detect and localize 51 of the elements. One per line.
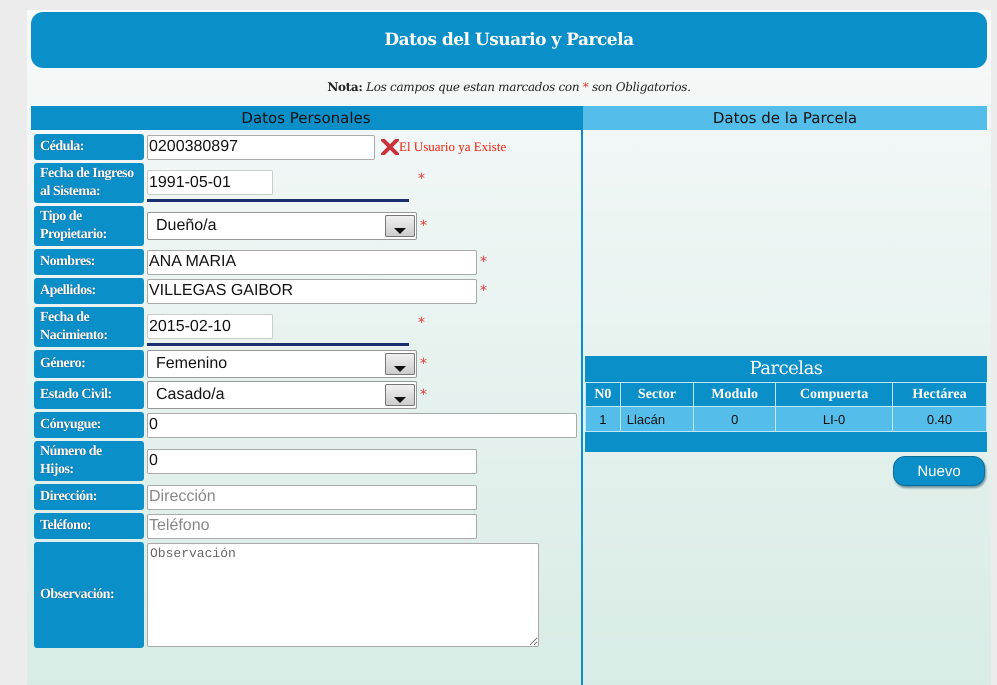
text-field[interactable]: Dirección [147,484,477,510]
section-header: Datos Personales [31,106,581,130]
required-mark: * [420,387,427,403]
table-cell: Llacán [620,407,694,431]
field-label: Apellidos: [34,278,144,304]
dropdown-field[interactable]: Dueño/a [147,212,417,240]
text-field[interactable]: 0 [147,412,577,438]
date-field[interactable]: 1991-05-01 [147,170,273,195]
text-field[interactable]: 0200380897 [147,134,375,160]
text-field[interactable]: 0 [147,448,477,474]
required-mark: * [420,218,427,234]
table-cell: 1 [586,407,620,431]
required-mark: * [418,171,425,187]
table-title: Parcelas [585,356,987,382]
column-header: Modulo [694,383,776,406]
new-button[interactable]: Nuevo [893,456,985,486]
field-label: Fecha de Ingreso al Sistema: [34,163,144,203]
error-x-icon [381,139,399,155]
observation-textarea[interactable]: Observación [147,543,539,647]
field-label: Nombres: [34,249,144,275]
field-label: Dirección: [34,484,144,510]
required-mark: * [420,356,427,372]
field-label: Género: [34,350,144,378]
required-mark: * [480,254,487,270]
column-header: Compuerta [776,383,892,406]
date-field[interactable]: 2015-02-10 [147,314,273,339]
column-header: Hectárea [893,383,986,406]
required-fields-note: Nota: Los campos que estan marcados con * son Obligatorios. [327,80,691,94]
field-label: Cónyugue: [34,412,144,438]
text-field[interactable]: VILLEGAS GAIBOR [147,278,477,304]
required-mark: * [480,283,487,299]
field-label: Número de Hijos: [34,441,144,481]
column-header: N0 [586,383,620,406]
error-message: El Usuario ya Existe [399,139,506,155]
table-cell: 0 [694,407,776,431]
required-mark: * [418,315,425,331]
text-field[interactable]: Teléfono [147,514,477,538]
field-label: Observación: [34,542,144,648]
dropdown-field[interactable]: Femenino [147,350,417,378]
text-field[interactable]: ANA MARIA [147,250,477,274]
field-label: Fecha de Nacimiento: [34,307,144,347]
table-cell: 0.40 [893,407,986,431]
column-header: Sector [620,383,694,406]
form-title: Datos del Usuario y Parcela [384,30,634,50]
dropdown-field[interactable]: Casado/a [147,381,417,409]
field-label: Cédula: [34,134,144,160]
table-cell: LI-0 [776,407,892,431]
section-header: Datos de la Parcela [583,106,987,130]
field-label: Estado Civil: [34,381,144,409]
field-label: Tipo de Propietario: [34,206,144,246]
field-label: Teléfono: [34,513,144,539]
